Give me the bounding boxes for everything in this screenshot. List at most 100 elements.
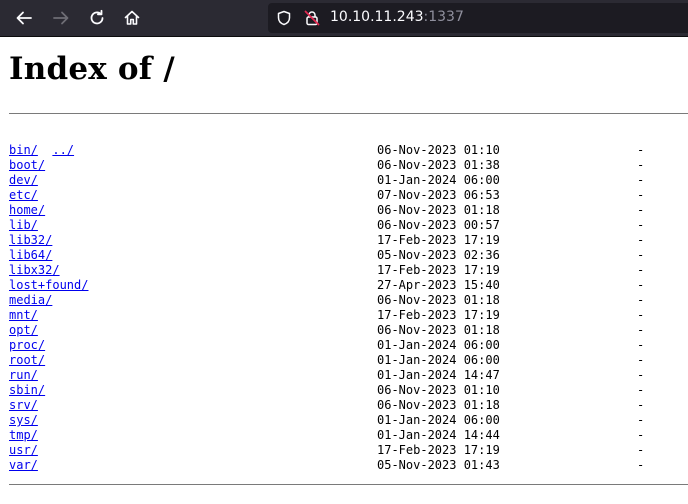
file-size: - bbox=[637, 428, 645, 442]
page-title: Index of / bbox=[9, 51, 175, 87]
modified-date: 01-Jan-2024 14:47 bbox=[377, 368, 500, 382]
modified-date: 06-Nov-2023 01:18 bbox=[377, 323, 500, 337]
directory-link[interactable]: lib32/ bbox=[9, 233, 52, 247]
file-size: - bbox=[637, 293, 645, 307]
url-port: :1337 bbox=[423, 9, 464, 25]
file-size: - bbox=[637, 218, 645, 232]
directory-link[interactable]: bin/ bbox=[9, 143, 38, 157]
file-size: - bbox=[637, 158, 645, 172]
directory-link[interactable]: libx32/ bbox=[9, 263, 60, 277]
directory-row: lib32/17-Feb-2023 17:19 - bbox=[9, 233, 644, 248]
directory-link[interactable]: usr/ bbox=[9, 443, 38, 457]
directory-link[interactable]: run/ bbox=[9, 368, 38, 382]
directory-row: srv/06-Nov-2023 01:18 - bbox=[9, 398, 644, 413]
directory-link[interactable]: proc/ bbox=[9, 338, 45, 352]
file-size: - bbox=[637, 353, 645, 367]
modified-date: 06-Nov-2023 01:10 bbox=[377, 143, 500, 157]
insecure-lock-icon[interactable] bbox=[304, 10, 320, 26]
directory-row: media/06-Nov-2023 01:18 - bbox=[9, 293, 644, 308]
directory-row: dev/01-Jan-2024 06:00 - bbox=[9, 173, 644, 188]
directory-link[interactable]: sbin/ bbox=[9, 383, 45, 397]
directory-row: bin/06-Nov-2023 01:10 - bbox=[9, 143, 644, 158]
modified-date: 01-Jan-2024 14:44 bbox=[377, 428, 500, 442]
modified-date: 17-Feb-2023 17:19 bbox=[377, 443, 500, 457]
directory-link[interactable]: lib64/ bbox=[9, 248, 52, 262]
file-size: - bbox=[637, 173, 645, 187]
modified-date: 05-Nov-2023 02:36 bbox=[377, 248, 500, 262]
directory-link[interactable]: boot/ bbox=[9, 158, 45, 172]
home-icon bbox=[124, 10, 140, 25]
browser-toolbar: 10.10.11.243:1337 bbox=[0, 0, 688, 37]
file-size: - bbox=[637, 263, 645, 277]
reload-button[interactable] bbox=[83, 4, 111, 32]
directory-row: sys/01-Jan-2024 06:00 - bbox=[9, 413, 644, 428]
directory-link[interactable]: media/ bbox=[9, 293, 52, 307]
file-size: - bbox=[637, 383, 645, 397]
directory-link[interactable]: mnt/ bbox=[9, 308, 38, 322]
directory-row: sbin/06-Nov-2023 01:10 - bbox=[9, 383, 644, 398]
directory-row: lib64/05-Nov-2023 02:36 - bbox=[9, 248, 644, 263]
modified-date: 06-Nov-2023 01:38 bbox=[377, 158, 500, 172]
directory-link[interactable]: dev/ bbox=[9, 173, 38, 187]
directory-row: proc/01-Jan-2024 06:00 - bbox=[9, 338, 644, 353]
home-button[interactable] bbox=[118, 4, 146, 32]
directory-link[interactable]: tmp/ bbox=[9, 428, 38, 442]
modified-date: 05-Nov-2023 01:43 bbox=[377, 458, 500, 472]
url-text[interactable]: 10.10.11.243:1337 bbox=[330, 9, 464, 25]
modified-date: 06-Nov-2023 01:18 bbox=[377, 293, 500, 307]
file-size: - bbox=[637, 458, 645, 472]
file-size: - bbox=[637, 368, 645, 382]
directory-link[interactable]: sys/ bbox=[9, 413, 38, 427]
modified-date: 27-Apr-2023 15:40 bbox=[377, 278, 500, 292]
directory-link[interactable]: home/ bbox=[9, 203, 45, 217]
modified-date: 17-Feb-2023 17:19 bbox=[377, 308, 500, 322]
file-size: - bbox=[637, 278, 645, 292]
directory-row: lib/06-Nov-2023 00:57 - bbox=[9, 218, 644, 233]
directory-link[interactable]: lib/ bbox=[9, 218, 38, 232]
shield-icon[interactable] bbox=[276, 10, 292, 26]
modified-date: 06-Nov-2023 01:18 bbox=[377, 203, 500, 217]
modified-date: 17-Feb-2023 17:19 bbox=[377, 263, 500, 277]
directory-row: etc/07-Nov-2023 06:53 - bbox=[9, 188, 644, 203]
file-size: - bbox=[637, 248, 645, 262]
directory-row: lost+found/27-Apr-2023 15:40 - bbox=[9, 278, 644, 293]
url-bar[interactable]: 10.10.11.243:1337 bbox=[268, 3, 688, 33]
modified-date: 06-Nov-2023 01:10 bbox=[377, 383, 500, 397]
directory-listing: ../ bin/06-Nov-2023 01:10 - boot/06-Nov-20… bbox=[9, 128, 644, 473]
top-divider bbox=[9, 113, 688, 114]
directory-link[interactable]: lost+found/ bbox=[9, 278, 88, 292]
file-size: - bbox=[637, 413, 645, 427]
modified-date: 01-Jan-2024 06:00 bbox=[377, 413, 500, 427]
reload-icon bbox=[90, 9, 104, 25]
forward-button[interactable] bbox=[47, 4, 75, 32]
directory-link[interactable]: opt/ bbox=[9, 323, 38, 337]
directory-row: mnt/17-Feb-2023 17:19 - bbox=[9, 308, 644, 323]
directory-row: usr/17-Feb-2023 17:19 - bbox=[9, 443, 644, 458]
file-size: - bbox=[637, 188, 645, 202]
modified-date: 06-Nov-2023 00:57 bbox=[377, 218, 500, 232]
directory-row: var/05-Nov-2023 01:43 - bbox=[9, 458, 644, 473]
directory-row: libx32/17-Feb-2023 17:19 - bbox=[9, 263, 644, 278]
file-size: - bbox=[637, 338, 645, 352]
directory-link[interactable]: root/ bbox=[9, 353, 45, 367]
modified-date: 01-Jan-2024 06:00 bbox=[377, 338, 500, 352]
modified-date: 17-Feb-2023 17:19 bbox=[377, 233, 500, 247]
file-size: - bbox=[637, 443, 645, 457]
file-size: - bbox=[637, 398, 645, 412]
directory-row: tmp/01-Jan-2024 14:44 - bbox=[9, 428, 644, 443]
directory-link[interactable]: srv/ bbox=[9, 398, 38, 412]
directory-row: home/06-Nov-2023 01:18 - bbox=[9, 203, 644, 218]
back-arrow-icon bbox=[16, 11, 32, 25]
file-size: - bbox=[637, 143, 645, 157]
back-button[interactable] bbox=[10, 4, 38, 32]
file-size: - bbox=[637, 233, 645, 247]
directory-row: root/01-Jan-2024 06:00 - bbox=[9, 353, 644, 368]
directory-link[interactable]: etc/ bbox=[9, 188, 38, 202]
parent-directory-row: ../ bbox=[9, 128, 88, 157]
modified-date: 06-Nov-2023 01:18 bbox=[377, 398, 500, 412]
directory-row: opt/06-Nov-2023 01:18 - bbox=[9, 323, 644, 338]
modified-date: 01-Jan-2024 06:00 bbox=[377, 173, 500, 187]
directory-link[interactable]: var/ bbox=[9, 458, 38, 472]
file-size: - bbox=[637, 323, 645, 337]
bottom-divider bbox=[9, 484, 688, 485]
